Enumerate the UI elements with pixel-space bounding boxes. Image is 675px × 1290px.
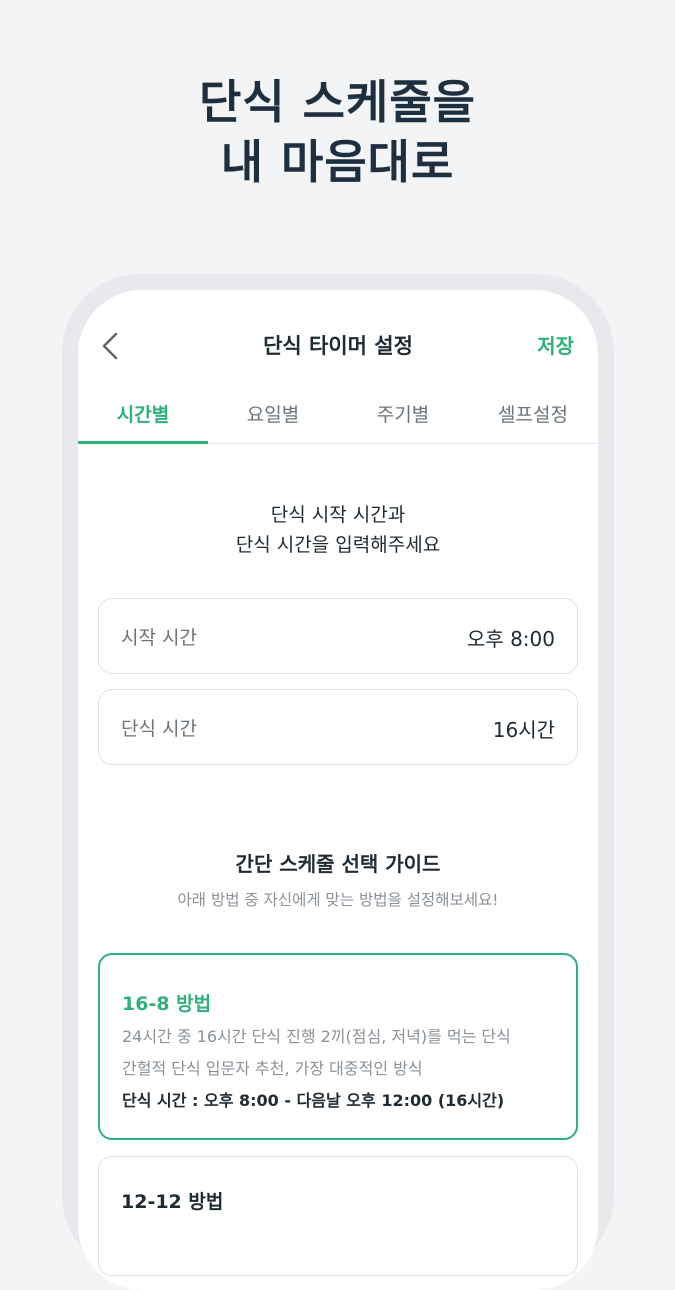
card-title: 16-8 방법 bbox=[122, 993, 212, 1015]
tab-by-cycle[interactable]: 주기별 bbox=[338, 388, 468, 443]
tab-bar: 시간별 요일별 주기별 셀프설정 bbox=[78, 388, 598, 444]
app-bar: 단식 타이머 설정 저장 bbox=[78, 290, 598, 402]
tab-by-weekday[interactable]: 요일별 bbox=[208, 388, 338, 443]
card-desc-line-2: 간헐적 단식 입문자 추천, 가장 대중적인 방식 bbox=[122, 1059, 423, 1078]
promo-line-2: 내 마음대로 bbox=[220, 135, 455, 189]
start-time-label: 시작 시간 bbox=[121, 627, 197, 649]
promo-line-1: 단식 스케줄을 bbox=[199, 75, 476, 129]
promo-headline: 단식 스케줄을 내 마음대로 bbox=[0, 72, 675, 192]
guide-title: 간단 스케줄 선택 가이드 bbox=[235, 852, 441, 876]
card-desc-line-1: 24시간 중 16시간 단식 진행 2끼(점심, 저녁)를 먹는 단식 bbox=[122, 1027, 511, 1046]
intro-line-2: 단식 시간을 입력해주세요 bbox=[235, 534, 441, 556]
fasting-duration-label: 단식 시간 bbox=[121, 718, 197, 740]
card-description: 24시간 중 16시간 단식 진행 2끼(점심, 저녁)를 먹는 단식 간헐적 … bbox=[122, 1021, 562, 1085]
card-title: 12-12 방법 bbox=[121, 1191, 224, 1213]
fasting-duration-value: 16시간 bbox=[492, 718, 555, 742]
app-screen: 단식 타이머 설정 저장 시간별 요일별 주기별 셀프설정 단식 시작 시간과 … bbox=[78, 290, 598, 1290]
start-time-field[interactable]: 시작 시간 오후 8:00 bbox=[98, 598, 578, 674]
save-button[interactable]: 저장 bbox=[537, 330, 574, 359]
guide-subtitle: 아래 방법 중 자신에게 맞는 방법을 설정해보세요! bbox=[177, 891, 499, 909]
schedule-card-16-8[interactable]: 16-8 방법 24시간 중 16시간 단식 진행 2끼(점심, 저녁)를 먹는… bbox=[98, 953, 578, 1140]
intro-line-1: 단식 시작 시간과 bbox=[270, 504, 406, 526]
schedule-card-12-12[interactable]: 12-12 방법 bbox=[98, 1156, 578, 1276]
intro-text: 단식 시작 시간과 단식 시간을 입력해주세요 bbox=[78, 500, 598, 560]
tab-custom[interactable]: 셀프설정 bbox=[468, 388, 598, 443]
page-title: 단식 타이머 설정 bbox=[263, 334, 413, 358]
tab-by-time[interactable]: 시간별 bbox=[78, 388, 208, 444]
start-time-value: 오후 8:00 bbox=[466, 627, 555, 651]
card-fasting-time: 단식 시간 : 오후 8:00 - 다음날 오후 12:00 (16시간) bbox=[122, 1091, 505, 1110]
fasting-duration-field[interactable]: 단식 시간 16시간 bbox=[98, 689, 578, 765]
